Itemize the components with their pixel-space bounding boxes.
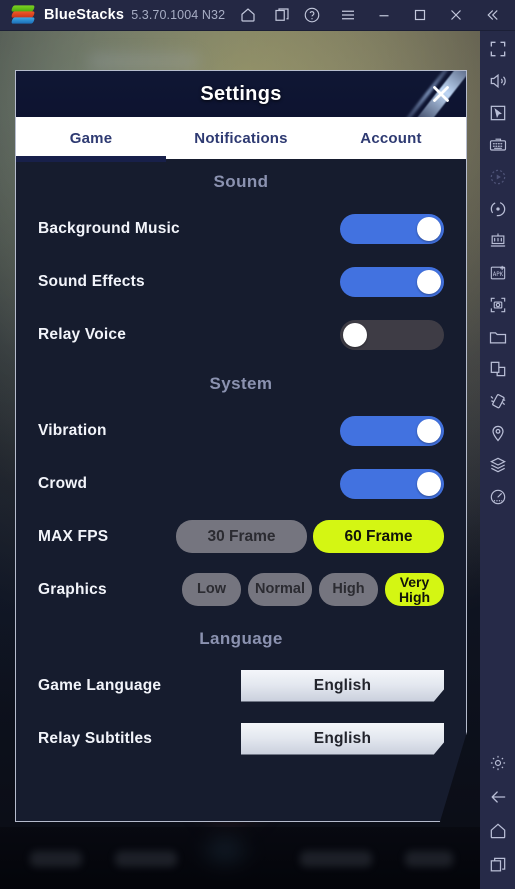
setting-row-crowd: Crowd	[38, 457, 444, 510]
close-icon[interactable]	[447, 6, 465, 24]
fps-option-60[interactable]: 60 Frame	[313, 520, 444, 553]
dialog-header: Settings	[16, 71, 466, 117]
back-icon[interactable]	[488, 787, 508, 807]
tab-account[interactable]: Account	[316, 117, 466, 159]
copy-icon[interactable]	[488, 359, 508, 379]
setting-row-relay-voice: Relay Voice	[38, 308, 444, 361]
shake-icon[interactable]	[488, 391, 508, 411]
close-icon[interactable]	[428, 81, 454, 107]
collapse-icon[interactable]	[483, 6, 501, 24]
record-icon[interactable]	[488, 167, 508, 187]
section-title-system: System	[209, 374, 273, 393]
bluestacks-logo-icon	[10, 4, 36, 26]
toggle-knob	[417, 471, 441, 496]
setting-label: Sound Effects	[38, 272, 145, 290]
cursor-icon[interactable]	[488, 103, 508, 123]
setting-label: Background Music	[38, 219, 180, 237]
game-language-button[interactable]: English	[241, 669, 444, 702]
section-title-sound: Sound	[213, 172, 269, 191]
setting-label: Relay Subtitles	[38, 729, 153, 747]
relay-subtitles-button[interactable]: English	[241, 722, 444, 755]
menu-icon[interactable]	[339, 6, 357, 24]
toggle-knob	[343, 322, 367, 347]
setting-label: Relay Voice	[38, 325, 127, 343]
setting-label: Game Language	[38, 676, 162, 694]
multi-instance-icon[interactable]	[273, 6, 291, 24]
tab-notifications[interactable]: Notifications	[166, 117, 316, 159]
macro-icon[interactable]	[488, 455, 508, 475]
graphics-option-normal[interactable]: Normal	[248, 573, 312, 606]
maximize-icon[interactable]	[411, 6, 429, 24]
setting-row-game-language: Game Language English	[38, 659, 444, 712]
app-version: 5.3.70.1004 N32	[131, 8, 226, 22]
app-name: BlueStacks	[44, 7, 125, 23]
location-icon[interactable]	[488, 423, 508, 443]
install-apk-icon[interactable]: APK	[488, 263, 508, 283]
gear-icon[interactable]	[488, 753, 508, 773]
rotate-icon[interactable]	[488, 199, 508, 219]
graphics-option-high[interactable]: High	[319, 573, 378, 606]
fps-option-30[interactable]: 30 Frame	[176, 520, 307, 553]
folder-icon[interactable]	[488, 327, 508, 347]
app-root: BlueStacks 5.3.70.1004 N32 APK Settings …	[0, 0, 515, 889]
performance-icon[interactable]	[488, 487, 508, 507]
titlebar-left-icons	[239, 6, 291, 24]
svg-text:APK: APK	[492, 272, 503, 278]
setting-row-relay-subtitles: Relay Subtitles English	[38, 712, 444, 765]
tab-game[interactable]: Game	[16, 117, 166, 162]
recents-icon[interactable]	[488, 855, 508, 875]
section-title-language: Language	[199, 629, 283, 648]
toggle-knob	[417, 216, 441, 241]
setting-row-background-music: Background Music	[38, 202, 444, 255]
home-icon[interactable]	[239, 6, 257, 24]
setting-label: Graphics	[38, 580, 107, 598]
toggle-knob	[417, 269, 441, 294]
titlebar-right-icons	[303, 6, 501, 24]
volume-icon[interactable]	[488, 71, 508, 91]
home-icon[interactable]	[488, 821, 508, 841]
setting-row-vibration: Vibration	[38, 404, 444, 457]
help-icon[interactable]	[303, 6, 321, 24]
graphics-option-low[interactable]: Low	[182, 573, 241, 606]
toggle-relay-voice[interactable]	[340, 319, 444, 350]
dialog-body: Sound Background Music Sound Effects Rel…	[16, 159, 466, 765]
dialog-title: Settings	[200, 82, 282, 105]
toggle-background-music[interactable]	[340, 213, 444, 244]
keyboard-icon[interactable]	[488, 135, 508, 155]
fullscreen-icon[interactable]	[488, 39, 508, 59]
settings-dialog: Settings Game Notifications Account Soun…	[15, 70, 467, 822]
toggle-vibration[interactable]	[340, 415, 444, 446]
setting-row-sound-effects: Sound Effects	[38, 255, 444, 308]
toggle-sound-effects[interactable]	[340, 266, 444, 297]
bluestacks-sidebar: APK	[480, 31, 515, 889]
bluestacks-titlebar: BlueStacks 5.3.70.1004 N32	[0, 0, 515, 31]
setting-row-graphics: Graphics Low Normal High Very High	[38, 563, 444, 616]
setting-label: Crowd	[38, 474, 88, 492]
minimize-icon[interactable]	[375, 6, 393, 24]
screenshot-icon[interactable]	[488, 295, 508, 315]
toggle-crowd[interactable]	[340, 468, 444, 499]
setting-row-max-fps: MAX FPS 30 Frame 60 Frame	[38, 510, 444, 563]
toggle-knob	[417, 418, 441, 443]
multi-instance-manager-icon[interactable]	[488, 231, 508, 251]
setting-label: Vibration	[38, 421, 107, 439]
dialog-tabs: Game Notifications Account	[16, 117, 466, 162]
setting-label: MAX FPS	[38, 527, 109, 545]
graphics-option-very-high[interactable]: Very High	[385, 573, 444, 606]
